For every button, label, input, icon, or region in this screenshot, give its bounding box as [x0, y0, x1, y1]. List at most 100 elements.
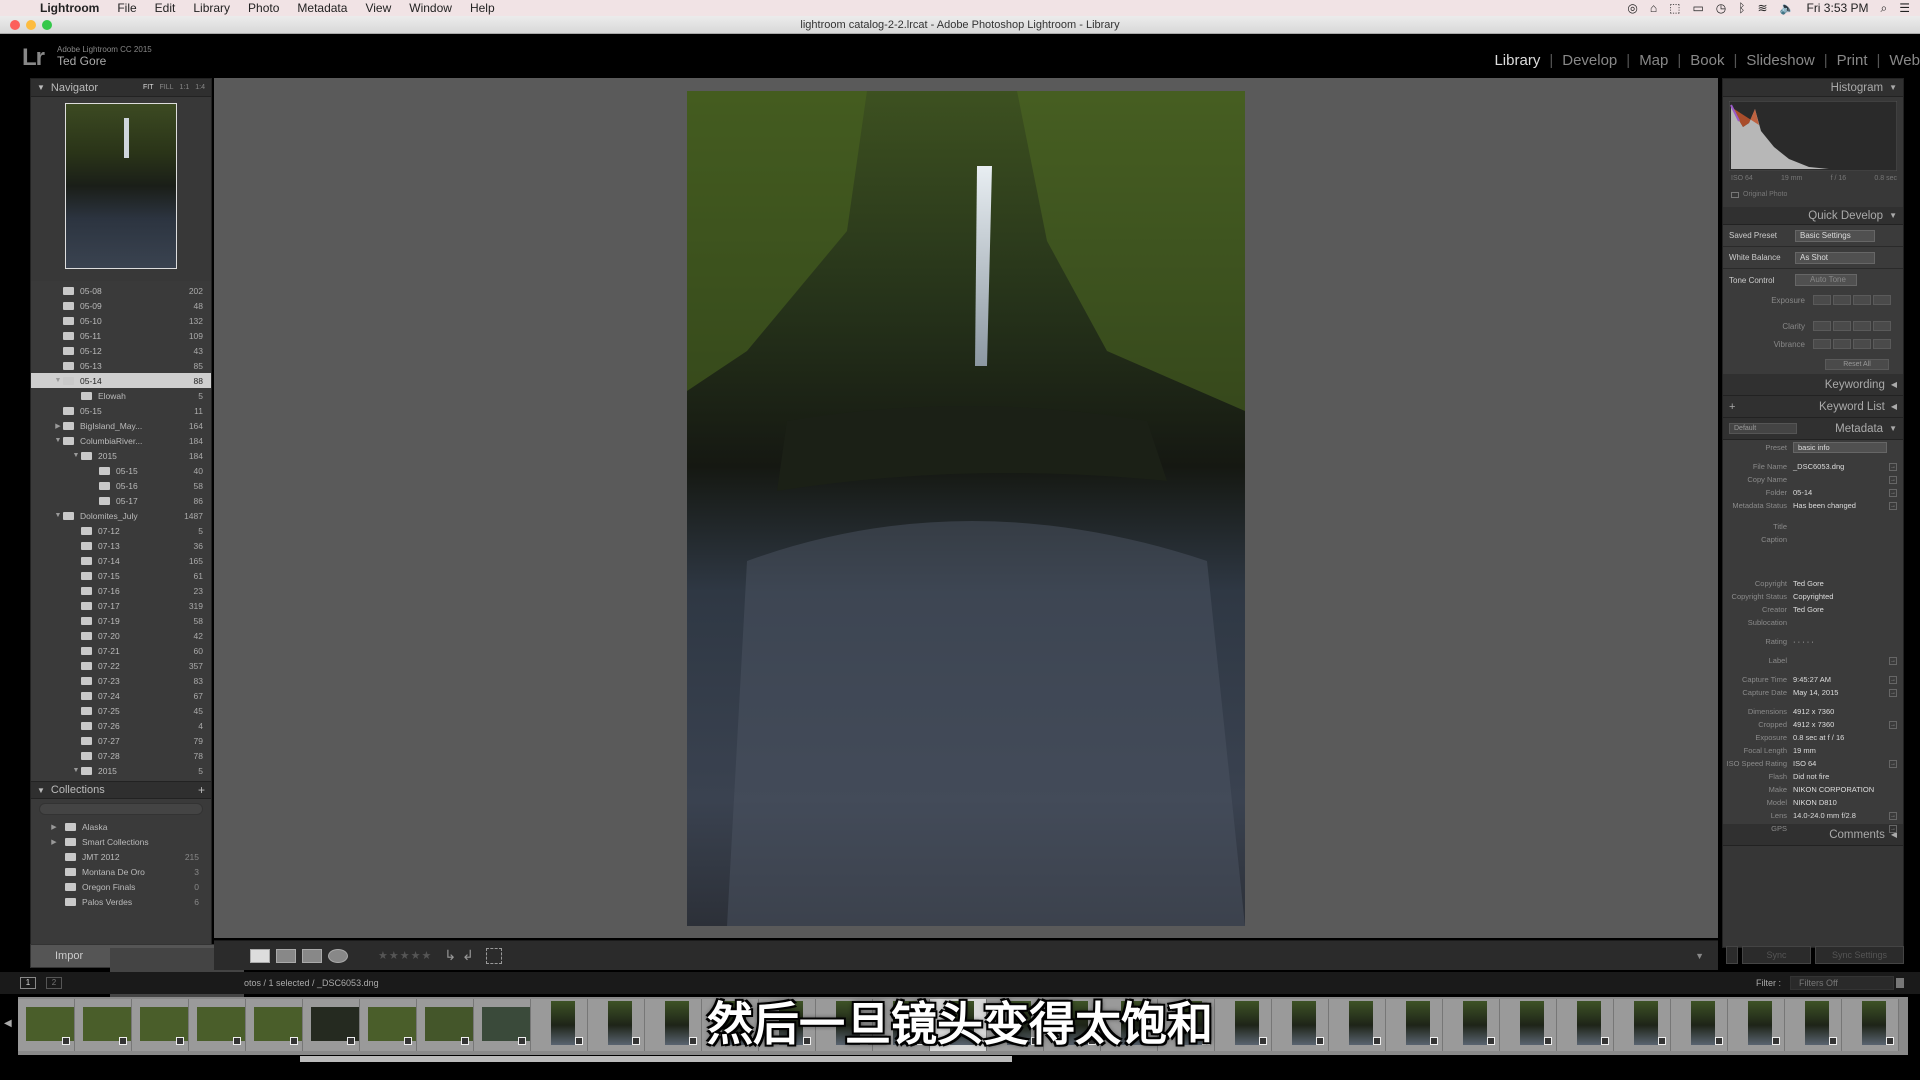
folder-row[interactable]: 07-20 42: [31, 628, 211, 643]
home-icon[interactable]: ⌂: [1650, 1, 1657, 15]
menu-help[interactable]: Help: [470, 1, 495, 15]
filmstrip-source-path[interactable]: otos / 1 selected / _DSC6053.dng: [244, 978, 379, 988]
auto-sync-toggle[interactable]: [1726, 946, 1738, 964]
zoom-fit[interactable]: FIT: [143, 84, 154, 91]
expand-triangle-icon[interactable]: ◀: [1891, 380, 1897, 389]
zoom-1-1[interactable]: 1:1: [180, 84, 190, 91]
module-web[interactable]: Web: [1880, 52, 1920, 69]
expand-triangle-icon[interactable]: ◀: [1891, 402, 1897, 411]
add-keyword-button[interactable]: +: [1729, 401, 1735, 413]
folder-row[interactable]: 07-13 36: [31, 538, 211, 553]
original-photo-toggle[interactable]: Original Photo: [1731, 191, 1787, 198]
exposure-decrease-large[interactable]: [1813, 295, 1831, 305]
histogram-graph[interactable]: [1729, 101, 1897, 171]
compare-view-button[interactable]: [276, 948, 296, 963]
collapse-triangle-icon[interactable]: ▼: [1889, 83, 1897, 92]
menu-window[interactable]: Window: [409, 1, 452, 15]
clarity-increase-large[interactable]: [1873, 321, 1891, 331]
navigator-preview[interactable]: [31, 97, 211, 281]
collapse-triangle-icon[interactable]: ▼: [37, 786, 45, 795]
collapse-triangle-icon[interactable]: ▼: [53, 437, 63, 444]
folder-row[interactable]: ▶ BigIsland_May... 164: [31, 418, 211, 433]
metadata-action-icon[interactable]: →: [1889, 824, 1897, 833]
metadata-field-value[interactable]: Did not fire: [1793, 772, 1829, 781]
metadata-field-value[interactable]: Ted Gore: [1793, 605, 1824, 614]
exposure-increase-large[interactable]: [1873, 295, 1891, 305]
screenshot-icon[interactable]: ⬚: [1669, 1, 1680, 15]
folder-row[interactable]: 05-12 43: [31, 343, 211, 358]
clarity-decrease-large[interactable]: [1813, 321, 1831, 331]
metadata-field-value[interactable]: · · · · ·: [1793, 637, 1814, 646]
collapse-triangle-icon[interactable]: ▼: [71, 452, 81, 459]
collection-row[interactable]: Oregon Finals 0: [31, 879, 211, 894]
metadata-action-icon[interactable]: →: [1889, 759, 1897, 768]
metadata-action-icon[interactable]: →: [1889, 720, 1897, 729]
collapse-triangle-icon[interactable]: ▼: [37, 83, 45, 92]
clock[interactable]: Fri 3:53 PM: [1806, 1, 1868, 15]
collection-row[interactable]: Montana De Oro 3: [31, 864, 211, 879]
folder-row[interactable]: 07-24 67: [31, 688, 211, 703]
vibrance-increase-large[interactable]: [1873, 339, 1891, 349]
wifi-icon[interactable]: ≋: [1757, 1, 1767, 15]
menu-library[interactable]: Library: [193, 1, 230, 15]
collection-row[interactable]: Palos Verdes 6: [31, 894, 211, 909]
menu-file[interactable]: File: [117, 1, 136, 15]
creative-cloud-icon[interactable]: ◎: [1627, 1, 1637, 15]
folder-row[interactable]: 05-15 11: [31, 403, 211, 418]
module-print[interactable]: Print: [1828, 52, 1877, 69]
metadata-field-value[interactable]: May 14, 2015: [1793, 688, 1838, 697]
auto-tone-button[interactable]: Auto Tone: [1795, 274, 1857, 286]
metadata-action-icon[interactable]: →: [1889, 501, 1897, 510]
add-collection-button[interactable]: +: [198, 783, 205, 797]
navigator-thumbnail[interactable]: [65, 103, 177, 269]
metadata-field-value[interactable]: Ted Gore: [1793, 579, 1824, 588]
collapse-triangle-icon[interactable]: ▼: [71, 767, 81, 774]
folder-row[interactable]: 05-15 40: [31, 463, 211, 478]
collection-row[interactable]: ▶ Alaska: [31, 819, 211, 834]
metadata-field-value[interactable]: 0.8 sec at f / 16: [1793, 733, 1844, 742]
vibrance-decrease[interactable]: [1833, 339, 1851, 349]
loupe-view-button[interactable]: [250, 948, 270, 963]
white-balance-select[interactable]: As Shot: [1795, 251, 1875, 264]
zoom-1-4[interactable]: 1:4: [195, 84, 205, 91]
spotlight-search-icon[interactable]: ⌕: [1881, 1, 1888, 16]
filmstrip-scrollbar[interactable]: [300, 1056, 1012, 1062]
folder-row[interactable]: 05-11 109: [31, 328, 211, 343]
collections-header[interactable]: ▼ Collections +: [31, 781, 211, 799]
metadata-field-value[interactable]: Has been changed: [1793, 501, 1856, 510]
metadata-action-icon[interactable]: →: [1889, 475, 1897, 484]
metadata-field-value[interactable]: NIKON D810: [1793, 798, 1837, 807]
expand-triangle-icon[interactable]: ▶: [53, 422, 63, 430]
module-develop[interactable]: Develop: [1553, 52, 1626, 69]
menu-view[interactable]: View: [365, 1, 391, 15]
folder-row[interactable]: 05-08 202: [31, 283, 211, 298]
folder-row[interactable]: 07-22 357: [31, 658, 211, 673]
keywording-header[interactable]: Keywording ◀: [1723, 374, 1903, 396]
rotate-right-icon[interactable]: ↲: [462, 947, 474, 964]
metadata-preset-select[interactable]: basic info: [1793, 441, 1887, 453]
metadata-field-value[interactable]: 19 mm: [1793, 746, 1816, 755]
filter-lock-icon[interactable]: [1896, 978, 1904, 988]
menu-photo[interactable]: Photo: [248, 1, 279, 15]
zoom-window-button[interactable]: [42, 20, 52, 30]
collapse-triangle-icon[interactable]: ▼: [53, 512, 63, 519]
metadata-field-value[interactable]: 14.0-24.0 mm f/2.8: [1793, 811, 1856, 820]
module-book[interactable]: Book: [1681, 52, 1733, 69]
menu-metadata[interactable]: Metadata: [297, 1, 347, 15]
folder-row[interactable]: 07-12 5: [31, 523, 211, 538]
metadata-field-value[interactable]: 4912 x 7360: [1793, 720, 1834, 729]
keyword-list-header[interactable]: + Keyword List ◀: [1723, 396, 1903, 418]
airplay-icon[interactable]: ▭: [1692, 1, 1703, 15]
folder-row[interactable]: ▼ ColumbiaRiver... 184: [31, 433, 211, 448]
time-machine-icon[interactable]: ◷: [1716, 1, 1726, 15]
metadata-set-select[interactable]: Default: [1729, 423, 1797, 434]
expand-triangle-icon[interactable]: ▶: [49, 838, 59, 846]
metadata-action-icon[interactable]: →: [1889, 488, 1897, 497]
quick-develop-header[interactable]: Quick Develop ▼: [1723, 207, 1903, 225]
folder-row[interactable]: 07-25 45: [31, 703, 211, 718]
toolbar-menu-chevron-icon[interactable]: ▼: [1695, 951, 1704, 961]
folder-row[interactable]: ▼ 2015 184: [31, 448, 211, 463]
module-library[interactable]: Library: [1485, 52, 1549, 69]
saved-preset-select[interactable]: Basic Settings: [1795, 229, 1875, 242]
bluetooth-icon[interactable]: ᛒ: [1738, 1, 1745, 15]
